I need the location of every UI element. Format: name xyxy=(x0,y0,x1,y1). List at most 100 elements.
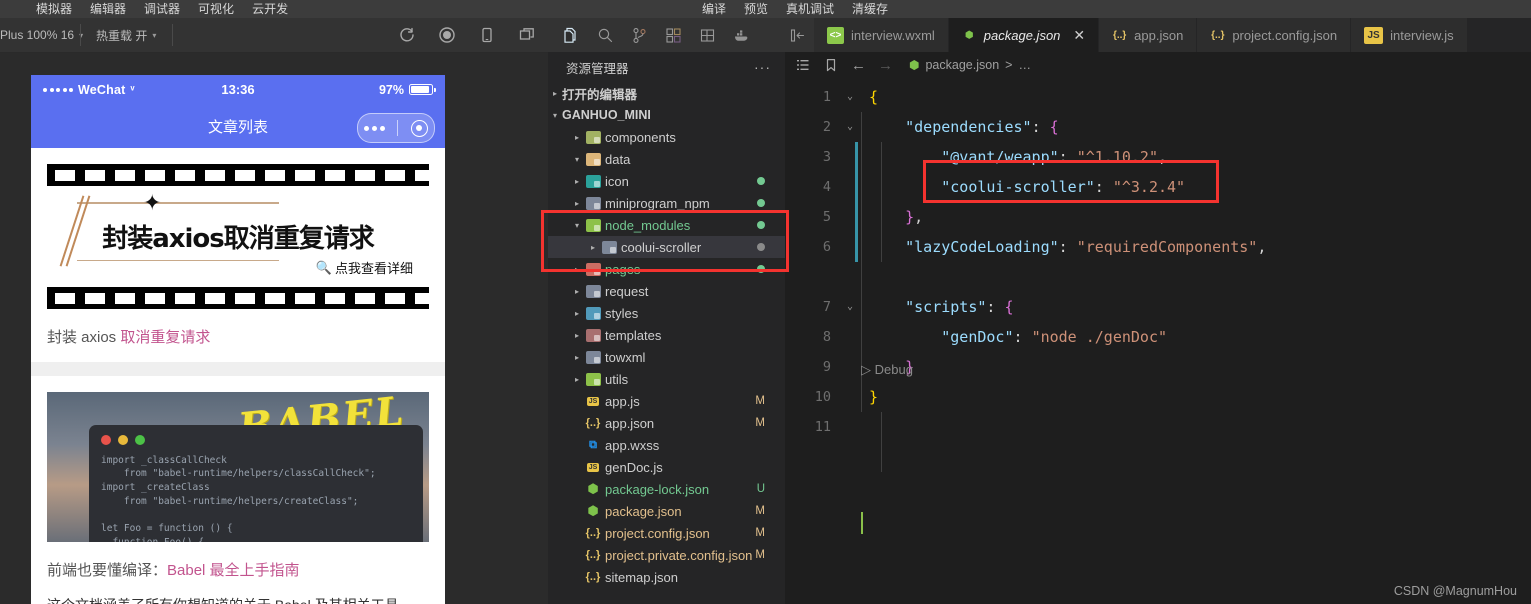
explorer-icon[interactable] xyxy=(554,18,588,52)
menu-item-debugger[interactable]: 调试器 xyxy=(144,0,180,18)
code-line[interactable]: 8 "genDoc": "node ./genDoc" xyxy=(785,322,1531,352)
tree-item-app-js[interactable]: JS app.js M xyxy=(548,390,785,412)
tree-item-utils[interactable]: ▸ utils xyxy=(548,368,785,390)
device-selector[interactable]: Plus 100% 16 ▾ xyxy=(0,18,83,52)
code-line[interactable]: 3 "@vant/weapp": "^1.10.2", xyxy=(785,142,1531,172)
breadcrumb-ellipsis[interactable]: … xyxy=(1018,58,1031,72)
docker-icon[interactable] xyxy=(724,18,758,52)
layout-icon[interactable] xyxy=(690,18,724,52)
tree-item-styles[interactable]: ▸ styles xyxy=(548,302,785,324)
close-miniprogram-icon[interactable] xyxy=(410,119,428,137)
json-glyph: {..} xyxy=(585,549,601,561)
detach-window-icon[interactable] xyxy=(518,26,536,44)
article-title-prefix: 封装 axios xyxy=(47,329,121,346)
more-actions-icon[interactable]: ··· xyxy=(754,59,771,75)
tree-item-node-modules[interactable]: ▾ node_modules xyxy=(548,214,785,236)
menu-item-cloud-dev[interactable]: 云开发 xyxy=(252,0,288,18)
json-file-icon: {..} xyxy=(584,571,602,583)
code-line[interactable]: 10} xyxy=(785,382,1531,412)
tree-item-request[interactable]: ▸ request xyxy=(548,280,785,302)
tree-item-label: miniprogram_npm xyxy=(605,195,710,211)
list-item[interactable]: ✦ 封装axios取消重复请求 🔍 点我查看详细 封装 axios 取消重复请求 xyxy=(31,148,445,362)
tree-item-package-lock-json[interactable]: ⬢ package-lock.json U xyxy=(548,478,785,500)
navigate-back-icon[interactable]: ← xyxy=(851,57,866,74)
tree-item-gendoc-js[interactable]: JS genDoc.js xyxy=(548,456,785,478)
code-token: "genDoc" xyxy=(941,328,1014,346)
record-icon[interactable] xyxy=(438,26,456,44)
code-line[interactable]: 11 xyxy=(785,412,1531,442)
code-window-mockup: import _classCallCheck from "babel-runti… xyxy=(89,424,423,542)
tab-interview-wxml[interactable]: <> interview.wxml xyxy=(814,18,949,52)
menu-item-visualize[interactable]: 可视化 xyxy=(198,0,234,18)
tab-project-config-json[interactable]: {..} project.config.json xyxy=(1197,18,1352,52)
tree-item-label: package.json xyxy=(605,503,682,519)
node-glyph: ⬢ xyxy=(587,503,599,518)
tree-item-towxml[interactable]: ▸ towxml xyxy=(548,346,785,368)
menu-item-simulator[interactable]: 模拟器 xyxy=(36,0,72,18)
tree-item-data[interactable]: ▾ data xyxy=(548,148,785,170)
code-text: { xyxy=(861,82,878,112)
tree-item-coolui-scroller[interactable]: ▸ coolui-scroller xyxy=(548,236,785,258)
folder-glyph xyxy=(585,130,601,144)
tree-item-project-config-json[interactable]: {..} project.config.json M xyxy=(548,522,785,544)
code-line[interactable]: 1 ⌄ { xyxy=(785,82,1531,112)
menu-item-compile[interactable]: 编译 xyxy=(702,0,726,18)
code-line[interactable]: 2 ⌄ "dependencies": { xyxy=(785,112,1531,142)
list-item[interactable]: BABEL import _classCallCheck from "babel… xyxy=(31,375,445,604)
close-icon[interactable]: ✕ xyxy=(1073,28,1085,42)
section-open-editors[interactable]: ▸ 打开的编辑器 xyxy=(548,82,785,104)
hot-reload-selector[interactable]: 热重载 开 ▾ xyxy=(96,18,156,52)
film-perforation-top xyxy=(47,164,429,186)
menu-item-editor[interactable]: 编辑器 xyxy=(90,0,126,18)
navigate-forward-icon[interactable]: → xyxy=(878,57,893,74)
fold-chevron-icon[interactable]: ⌄ xyxy=(839,112,861,142)
phone-icon[interactable] xyxy=(478,26,496,44)
tree-item-icon[interactable]: ▸ icon xyxy=(548,170,785,192)
tree-item-label: components xyxy=(605,129,676,145)
menu-item-device-debug[interactable]: 真机调试 xyxy=(786,0,834,18)
bookmark-icon[interactable] xyxy=(823,57,839,73)
line-number: 5 xyxy=(822,209,831,225)
tree-item-pages[interactable]: ▸ pages xyxy=(548,258,785,280)
code-line[interactable]: 4 "coolui-scroller": "^3.2.4" xyxy=(785,172,1531,202)
css-glyph: ⧉ xyxy=(589,438,597,451)
tree-item-miniprogram-npm[interactable]: ▸ miniprogram_npm xyxy=(548,192,785,214)
tree-item-project-private-config-json[interactable]: {..} project.private.config.json M xyxy=(548,544,785,566)
breadcrumb-file[interactable]: ⬢ package.json > … xyxy=(909,58,1031,72)
tree-item-sitemap-json[interactable]: {..} sitemap.json xyxy=(548,566,785,588)
article-title[interactable]: 前端也要懂编译：Babel 最全上手指南 xyxy=(47,560,429,583)
refresh-icon[interactable] xyxy=(398,26,416,44)
menu-item-preview[interactable]: 预览 xyxy=(744,0,768,18)
source-control-icon[interactable] xyxy=(622,18,656,52)
folder-icon xyxy=(600,240,618,254)
code-line[interactable]: 5 }, xyxy=(785,202,1531,232)
json-glyph: {..} xyxy=(585,527,601,539)
tab-package-json[interactable]: ⬢ package.json ✕ xyxy=(948,18,1100,52)
tree-item-app-json[interactable]: {..} app.json M xyxy=(548,412,785,434)
folder-icon xyxy=(584,262,602,276)
collapse-panel-icon[interactable] xyxy=(780,18,814,52)
search-icon[interactable] xyxy=(588,18,622,52)
code-token: "requiredComponents" xyxy=(1076,238,1258,256)
more-icon[interactable] xyxy=(364,125,386,131)
code-line[interactable]: 6 "lazyCodeLoading": "requiredComponents… xyxy=(785,232,1531,262)
extensions-icon[interactable] xyxy=(656,18,690,52)
debug-codelens[interactable]: ▷ Debug xyxy=(861,355,913,385)
article-title[interactable]: 封装 axios 取消重复请求 xyxy=(47,327,429,350)
tree-item-templates[interactable]: ▸ templates xyxy=(548,324,785,346)
fold-chevron-icon[interactable]: ⌄ xyxy=(839,82,861,112)
section-project-root[interactable]: ▾ GANHUO_MINI xyxy=(548,104,785,126)
fold-chevron-icon[interactable]: ⌄ xyxy=(839,292,861,322)
code-token: : xyxy=(1058,238,1077,256)
tree-item-package-json[interactable]: ⬢ package.json M xyxy=(548,500,785,522)
menu-item-clear-cache[interactable]: 清缓存 xyxy=(852,0,888,18)
nodejs-file-icon: ⬢ xyxy=(964,29,974,41)
code-line[interactable]: 7 ⌄ "scripts": { xyxy=(785,292,1531,322)
code-content[interactable]: 1 ⌄{2 ⌄ "dependencies": {3 "@vant/weapp": … xyxy=(785,82,1531,534)
wechat-capsule-button[interactable] xyxy=(357,113,435,143)
outline-icon[interactable] xyxy=(795,57,811,73)
tab-interview-js[interactable]: JS interview.js xyxy=(1351,18,1468,52)
tab-app-json[interactable]: {..} app.json xyxy=(1099,18,1198,52)
tree-item-app-wxss[interactable]: ⧉ app.wxss xyxy=(548,434,785,456)
tree-item-components[interactable]: ▸ components xyxy=(548,126,785,148)
